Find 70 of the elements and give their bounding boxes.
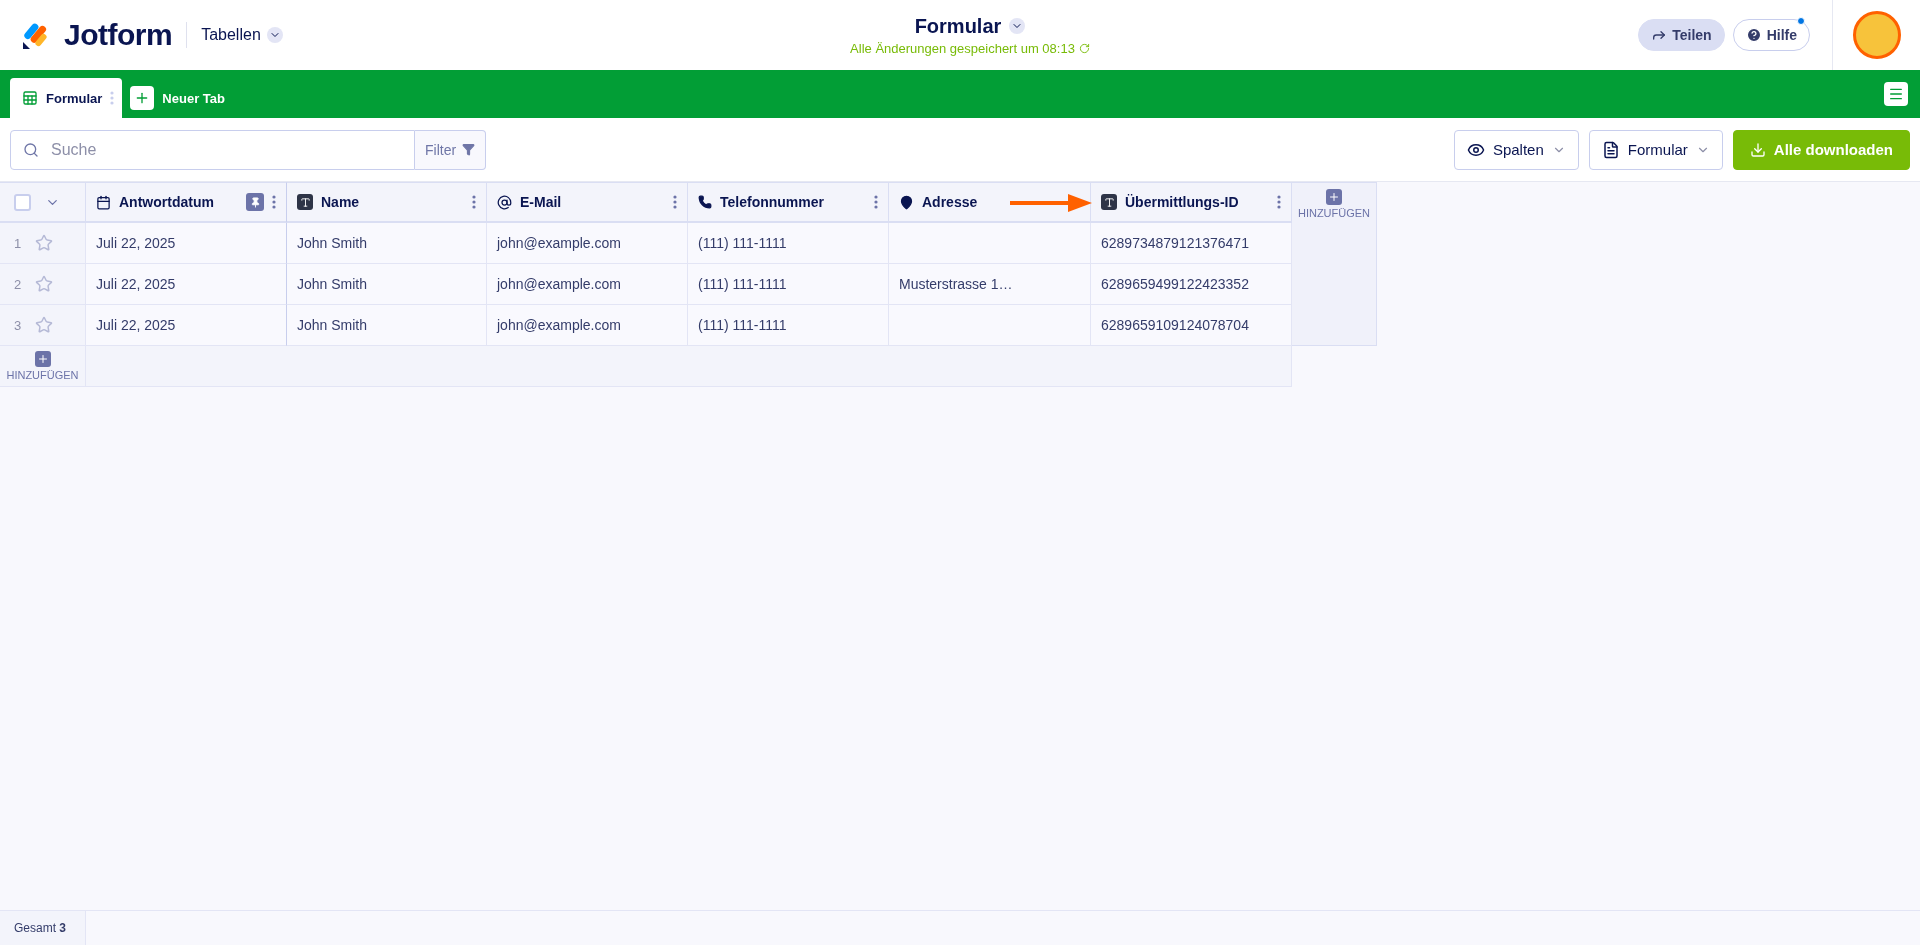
row-number: 2 <box>14 276 22 292</box>
table-cell: John Smith <box>287 305 487 346</box>
row-number: 3 <box>14 317 22 333</box>
table-cell: john@example.com <box>487 223 688 264</box>
add-column-button[interactable]: HINZUFÜGEN <box>1292 182 1377 346</box>
more-options-icon[interactable] <box>1277 195 1281 209</box>
table-cell: (111) 111-1111 <box>688 305 889 346</box>
plus-icon <box>1328 191 1340 203</box>
search-icon <box>23 141 39 158</box>
table-cell: (111) 111-1111 <box>688 223 889 264</box>
column-header[interactable]: Antwortdatum <box>86 182 287 223</box>
column-header[interactable]: Name <box>287 182 487 223</box>
table-cell: john@example.com <box>487 305 688 346</box>
star-icon[interactable] <box>35 234 54 252</box>
text-type-icon <box>1101 194 1117 210</box>
calendar-icon <box>96 194 111 210</box>
select-all-checkbox[interactable] <box>14 193 31 211</box>
star-icon[interactable] <box>35 275 54 293</box>
download-icon <box>1749 141 1766 158</box>
column-header[interactable]: Übermittlungs-ID <box>1091 182 1292 223</box>
row-number: 1 <box>14 235 22 251</box>
form-title[interactable]: Formular <box>914 14 1026 38</box>
table-cell: Juli 22, 2025 <box>86 264 287 305</box>
tab[interactable]: Formular <box>10 78 123 118</box>
column-header[interactable]: E-Mail <box>487 182 688 223</box>
more-options-icon[interactable] <box>874 195 878 209</box>
menu-icon <box>1888 86 1904 102</box>
new-tab-button[interactable]: Neuer Tab <box>130 78 225 118</box>
phone-icon <box>698 195 712 209</box>
more-options-icon[interactable] <box>272 195 276 209</box>
save-status: Alle Änderungen gespeichert um 08:13 <box>850 40 1075 56</box>
logo-text: Jotform <box>64 18 173 52</box>
more-options-icon[interactable] <box>673 195 677 209</box>
table-cell: John Smith <box>287 223 487 264</box>
plus-icon <box>36 353 49 365</box>
share-button[interactable]: Teilen <box>1638 19 1725 51</box>
table-cell: Juli 22, 2025 <box>86 305 287 346</box>
section-dropdown[interactable]: Tabellen <box>201 26 283 44</box>
table-cell: 6289659109124078704 <box>1091 305 1292 346</box>
help-button[interactable]: Hilfe <box>1732 19 1810 51</box>
menu-button[interactable] <box>1884 82 1908 106</box>
table-cell: 6289734879121376471 <box>1091 223 1292 264</box>
table-cell: john@example.com <box>487 264 688 305</box>
help-icon <box>1745 27 1762 43</box>
text-type-icon <box>297 194 313 210</box>
table-cell: John Smith <box>287 264 487 305</box>
table-cell: Juli 22, 2025 <box>86 223 287 264</box>
at-sign-icon <box>497 194 512 210</box>
table-grid-icon <box>22 90 38 106</box>
table-cell: (111) 111-1111 <box>688 264 889 305</box>
more-options-icon[interactable] <box>472 195 476 209</box>
logo-icon <box>20 20 50 50</box>
dropdown-button[interactable]: Formular <box>1588 129 1723 170</box>
filter-icon <box>462 143 476 156</box>
dropdown-button[interactable]: Spalten <box>1453 129 1579 170</box>
refresh-icon <box>1078 42 1090 54</box>
more-options-icon <box>110 91 115 105</box>
filter-button[interactable]: Filter <box>415 129 487 170</box>
total-count: Gesamt 3 <box>0 911 86 945</box>
document-icon <box>1601 140 1620 159</box>
map-pin-icon <box>899 194 914 210</box>
column-header[interactable]: Telefonnummer <box>688 182 889 223</box>
add-row-button[interactable]: HINZUFÜGEN <box>0 346 86 387</box>
table-cell: 6289659499122423352 <box>1091 264 1292 305</box>
avatar[interactable] <box>1852 11 1901 59</box>
search-field[interactable]: Suche <box>10 129 415 170</box>
star-icon[interactable] <box>35 316 54 334</box>
pin-icon <box>246 193 264 211</box>
column-header[interactable]: Adresse <box>889 182 1091 223</box>
table-cell: Musterstrasse 1… <box>889 264 1091 305</box>
